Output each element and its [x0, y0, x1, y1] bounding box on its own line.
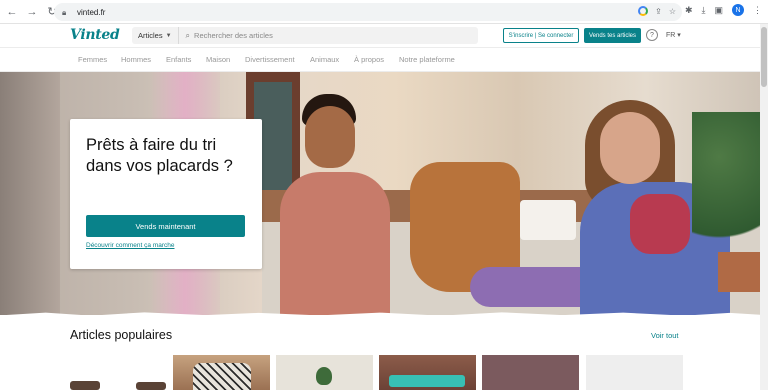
download-icon[interactable]: ⤓	[702, 5, 706, 16]
hero-photo-cushion	[520, 200, 576, 240]
signup-login-button[interactable]: S'inscrire | Se connecter	[503, 28, 579, 43]
how-it-works-link[interactable]: Découvrir comment ça marche	[86, 242, 175, 249]
url-text: vinted.fr	[77, 7, 106, 17]
popular-section-title: Articles populaires	[70, 328, 173, 342]
search-bar[interactable]: Articles ▼ ⌕ Rechercher des articles	[132, 27, 478, 44]
bookmark-star-icon[interactable]: ☆	[669, 7, 676, 16]
hero-photo-woman-head	[600, 112, 660, 184]
hero-photo-man	[280, 172, 390, 315]
lock-icon: 🔒︎	[62, 7, 67, 17]
product-thumbnail[interactable]	[482, 355, 579, 390]
help-icon[interactable]: ?	[646, 29, 658, 41]
address-bar[interactable]: 🔒︎ vinted.fr ⇪ ☆	[54, 3, 682, 21]
category-nav: Femmes Hommes Enfants Maison Divertissem…	[0, 48, 768, 72]
hero-photo-scarf	[630, 194, 690, 254]
sell-items-button[interactable]: Vends tes articles	[584, 28, 641, 43]
chevron-down-icon: ▼	[165, 32, 172, 39]
scrollbar-thumb[interactable]	[761, 27, 767, 87]
category-notre-plateforme[interactable]: Notre plateforme	[399, 55, 455, 64]
google-icon[interactable]	[638, 6, 649, 16]
category-enfants[interactable]: Enfants	[166, 55, 191, 64]
product-thumbnail[interactable]	[586, 355, 683, 390]
share-icon[interactable]: ⇪	[655, 7, 662, 16]
address-bar-icons: ⇪ ☆	[638, 6, 676, 16]
product-thumbnail[interactable]	[379, 355, 476, 390]
extensions-icon[interactable]: ✱	[685, 5, 693, 16]
product-thumbnail[interactable]	[70, 355, 167, 390]
hero-photo-man-head	[305, 106, 355, 168]
see-all-link[interactable]: Voir tout	[651, 331, 679, 340]
hero-card: Prêts à faire du tri dans vos placards ?…	[70, 119, 262, 269]
forward-icon[interactable]: →	[24, 4, 40, 20]
page-scrollbar[interactable]	[760, 24, 768, 390]
site-header: Vinted Articles ▼ ⌕ Rechercher des artic…	[0, 24, 768, 48]
vinted-logo[interactable]: Vinted	[70, 27, 120, 43]
category-hommes[interactable]: Hommes	[121, 55, 151, 64]
sidepanel-icon[interactable]: ▣	[714, 5, 723, 16]
profile-avatar[interactable]: N	[732, 4, 744, 16]
category-divertissement[interactable]: Divertissement	[245, 55, 295, 64]
language-label: FR	[666, 32, 676, 39]
menu-kebab-icon[interactable]: ⋮	[753, 5, 762, 16]
hero-photo-curtain	[0, 72, 60, 315]
search-input[interactable]: Rechercher des articles	[194, 31, 273, 40]
category-a-propos[interactable]: À propos	[354, 55, 384, 64]
category-maison[interactable]: Maison	[206, 55, 230, 64]
chevron-down-icon: ▾	[677, 32, 681, 39]
category-animaux[interactable]: Animaux	[310, 55, 339, 64]
category-femmes[interactable]: Femmes	[78, 55, 107, 64]
hero-photo-pot	[718, 252, 760, 292]
browser-actions: ✱ ⤓ ▣ N ⋮	[685, 4, 762, 16]
hero-photo-plant	[692, 112, 760, 262]
sell-now-button[interactable]: Vends maintenant	[86, 215, 245, 237]
browser-toolbar: ← → ↻ 🔒︎ vinted.fr ⇪ ☆ ✱ ⤓ ▣ N ⋮	[0, 0, 768, 24]
language-select[interactable]: FR ▾	[666, 31, 681, 39]
search-category-label: Articles	[138, 31, 163, 40]
hero-title: Prêts à faire du tri dans vos placards ?	[86, 136, 233, 175]
product-thumbnail[interactable]	[173, 355, 270, 390]
search-category-select[interactable]: Articles ▼	[132, 27, 179, 44]
back-icon[interactable]: ←	[4, 4, 20, 20]
search-icon: ⌕	[185, 30, 191, 40]
product-thumbnail[interactable]	[276, 355, 373, 390]
